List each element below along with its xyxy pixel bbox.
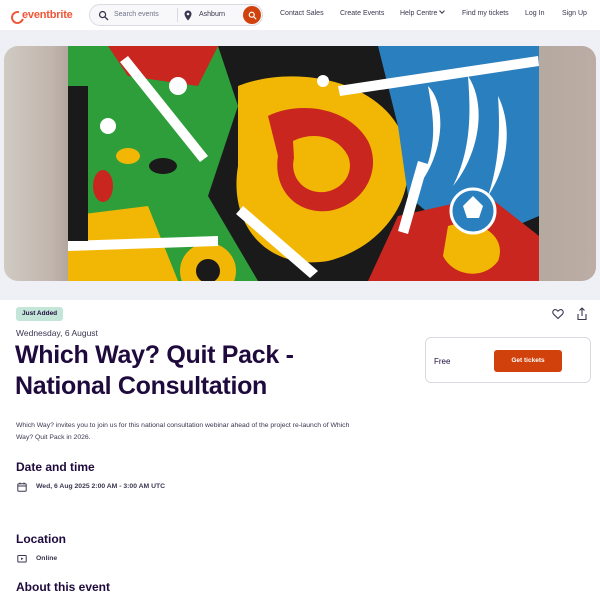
location-input[interactable]: Ashburn xyxy=(199,11,225,18)
nav-find-my-tickets[interactable]: Find my tickets xyxy=(462,10,509,17)
search-icon xyxy=(248,11,256,19)
search-submit-button[interactable] xyxy=(243,6,261,24)
ticket-panel: Free Get tickets xyxy=(425,337,591,383)
event-summary: Which Way? invites you to join us for th… xyxy=(16,422,350,441)
event-date-time: Wed, 6 Aug 2025 2:00 AM - 3:00 AM UTC xyxy=(36,483,166,490)
top-nav-bar: eventbrite Search events Ashburn Contact… xyxy=(0,0,600,30)
get-tickets-button[interactable]: Get tickets xyxy=(494,350,562,372)
eventbrite-logo-icon xyxy=(11,10,20,20)
calendar-icon xyxy=(17,482,27,492)
nav-sign-up[interactable]: Sign Up xyxy=(562,10,587,17)
event-title: Which Way? Quit Pack - National Consulta… xyxy=(15,341,294,400)
online-screen-icon xyxy=(17,555,27,563)
ticket-price: Free xyxy=(434,357,451,366)
event-date-summary: Wednesday, 6 August xyxy=(16,328,98,338)
search-divider xyxy=(177,8,178,22)
search-icon xyxy=(98,10,109,21)
just-added-badge: Just Added xyxy=(16,307,64,321)
event-hero xyxy=(0,30,600,300)
share-icon[interactable] xyxy=(576,307,588,321)
about-heading: About this event xyxy=(16,580,111,594)
logo-text: eventbrite xyxy=(22,9,73,21)
nav-contact-sales[interactable]: Contact Sales xyxy=(280,10,324,17)
eventbrite-logo[interactable]: eventbrite xyxy=(11,9,73,21)
event-location: Online xyxy=(36,555,58,562)
nav-create-events[interactable]: Create Events xyxy=(340,10,384,17)
nav-help-centre[interactable]: Help Centre xyxy=(400,10,444,17)
heart-icon[interactable] xyxy=(552,308,564,320)
event-artwork-image xyxy=(68,46,539,281)
location-heading: Location xyxy=(16,532,66,546)
date-time-heading: Date and time xyxy=(16,460,95,474)
nav-log-in[interactable]: Log In xyxy=(525,10,544,17)
search-bar[interactable]: Search events Ashburn xyxy=(89,4,263,26)
search-input[interactable]: Search events xyxy=(114,11,159,18)
location-pin-icon xyxy=(184,10,192,21)
